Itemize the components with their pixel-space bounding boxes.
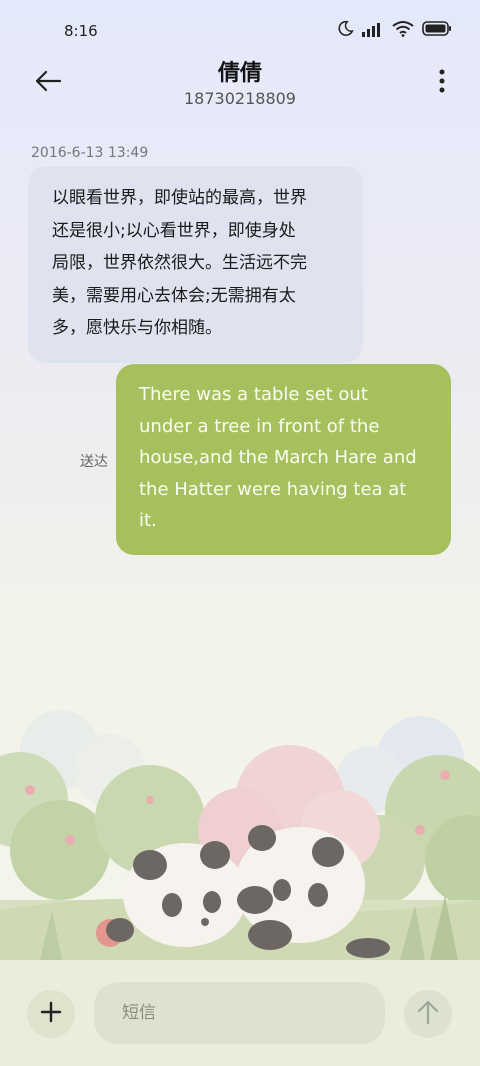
delivery-status: 送达 <box>80 454 108 470</box>
conversation-header: 倩倩 18730218809 <box>0 55 480 115</box>
more-options-button[interactable] <box>434 67 450 99</box>
message-line: house,and the March Hare and <box>139 447 417 468</box>
message-line: There was a table set out <box>139 384 368 405</box>
signal-icon <box>362 21 384 41</box>
plus-icon <box>40 1001 62 1027</box>
add-attachment-button[interactable] <box>27 990 75 1038</box>
compose-bar: 短信 <box>0 960 480 1066</box>
more-vertical-icon <box>439 69 445 97</box>
incoming-message-bubble[interactable]: 以眼看世界，即使站的最高，世界 还是很小;以心看世界，即使身处 局限，世界依然很… <box>28 166 363 363</box>
panda-wallpaper-illustration <box>0 690 480 960</box>
message-line: it. <box>139 510 157 531</box>
send-button[interactable] <box>404 990 452 1038</box>
wifi-icon <box>392 20 414 41</box>
message-line: 还是很小;以心看世界，即使身处 <box>52 220 296 241</box>
message-input[interactable]: 短信 <box>94 982 385 1044</box>
message-line: under a tree in front of the <box>139 415 380 437</box>
status-bar: 8:16 <box>0 0 480 62</box>
battery-icon <box>422 21 452 40</box>
status-time: 8:16 <box>64 22 98 40</box>
moon-icon <box>337 20 354 41</box>
outgoing-message-bubble[interactable]: There was a table set out under a tree i… <box>116 364 451 555</box>
message-timestamp: 2016-6-13 13:49 <box>31 145 149 161</box>
arrow-up-icon <box>417 999 439 1029</box>
message-line: 多，愿快乐与你相随。 <box>52 318 222 338</box>
contact-phone-number: 18730218809 <box>184 89 296 108</box>
status-icons <box>337 20 452 41</box>
message-line: 以眼看世界，即使站的最高，世界 <box>52 188 307 208</box>
contact-name: 倩倩 <box>217 61 262 86</box>
message-line: 局限，世界依然很大。生活远不完 <box>52 253 307 273</box>
message-line: the Hatter were having tea at <box>139 478 407 500</box>
message-line: 美，需要用心去体会;无需拥有太 <box>52 285 296 306</box>
